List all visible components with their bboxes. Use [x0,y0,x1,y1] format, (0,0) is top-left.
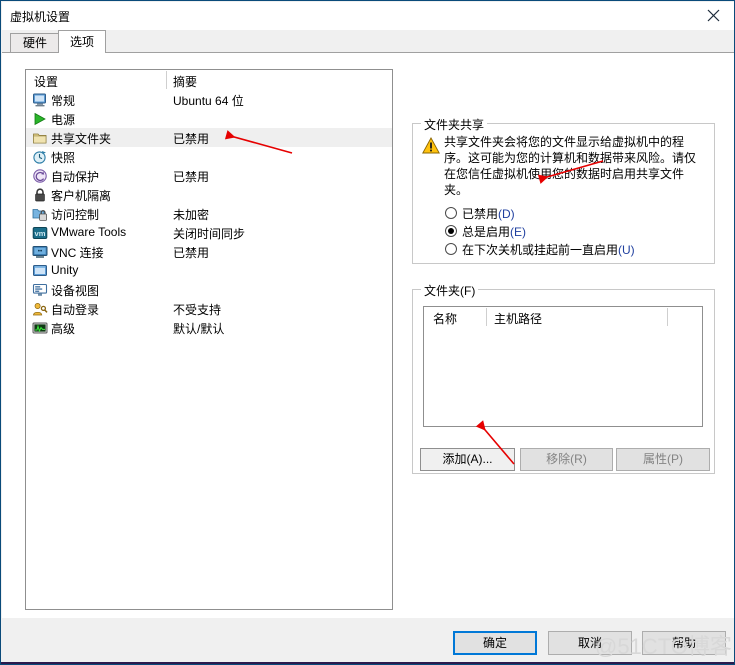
settings-row-label: VMware Tools [51,225,127,239]
settings-row[interactable]: 客户机隔离 [26,185,392,204]
folders-header-divider-2 [667,308,668,326]
settings-row[interactable]: vm VMware Tools 关闭时间同步 [26,223,392,242]
settings-row-label: 电源 [51,113,76,127]
settings-row-label: 客户机隔离 [51,189,112,203]
settings-row-label: 共享文件夹 [51,132,112,146]
circular-arrow-icon [32,168,48,184]
vm-badge-icon: vm [32,225,48,241]
vm-settings-dialog: 虚拟机设置 硬件 选项 设置 摘要 常规 Ubuntu 64 位电源 共享文件夹 已禁… [0,0,735,665]
add-folder-button[interactable]: 添加(A)... [420,448,515,471]
settings-row-summary: 已禁用 [173,170,210,184]
settings-row[interactable]: •• VNC 连接 已禁用 [26,242,392,261]
settings-row-label: 自动保护 [51,170,100,184]
folders-group: 文件夹(F) 名称 主机路径 [412,282,715,474]
settings-row-label: 设备视图 [51,284,100,298]
ok-button[interactable]: 确定 [453,631,537,655]
settings-row[interactable]: 共享文件夹 已禁用 [26,128,392,147]
settings-row[interactable]: 快照 [26,147,392,166]
radio-always-enabled-mark [445,225,457,237]
lock-icon [32,187,48,203]
tab-strip: 硬件 选项 [2,30,734,53]
folders-column-name: 名称 [433,312,458,326]
settings-row[interactable]: 电源 [26,109,392,128]
settings-rows: 常规 Ubuntu 64 位电源 共享文件夹 已禁用 快照 自动保护 已禁用 客户机隔离 访问控… [26,90,392,337]
dialog-footer: 确定 取消 帮助 [2,618,734,664]
settings-row[interactable]: 自动登录 不受支持 [26,299,392,318]
window-icon [32,263,48,279]
settings-row[interactable]: 自动保护 已禁用 [26,166,392,185]
column-header-setting: 设置 [34,75,59,89]
close-icon [707,9,719,22]
folders-header-divider-1 [486,308,487,326]
settings-row-summary: Ubuntu 64 位 [173,94,244,108]
folder-icon [32,130,48,146]
folders-column-host-path: 主机路径 [494,312,543,326]
radio-disabled-mark [445,207,457,219]
settings-row[interactable]: 设备视图 [26,280,392,299]
user-key-icon [32,301,48,317]
settings-row[interactable]: 高级 默认/默认 [26,318,392,337]
settings-row-label: 快照 [51,151,76,165]
vnc-monitor-icon: •• [32,244,48,260]
settings-row-label: 高级 [51,322,76,336]
folder-properties-button[interactable]: 属性(P) [616,448,710,471]
sharing-warning-text: 共享文件夹会将您的文件显示给虚拟机中的程序。这可能为您的计算机和数据带来风险。请… [444,135,697,197]
close-button[interactable] [691,2,734,29]
settings-row-label: 常规 [51,94,76,108]
settings-row-label: 访问控制 [51,208,100,222]
settings-row-summary: 关闭时间同步 [173,227,246,241]
device-view-icon [32,282,48,298]
help-button[interactable]: 帮助 [642,631,726,655]
graph-icon [32,320,48,336]
play-triangle-icon [32,111,48,127]
svg-text:••: •• [38,248,42,255]
folders-group-title: 文件夹(F) [421,282,479,299]
warning-triangle-icon [422,137,440,154]
radio-until-next-shutdown-label: 在下次关机或挂起前一直启用(U) [462,243,635,257]
folder-lock-icon [32,206,48,222]
settings-list[interactable]: 设置 摘要 常规 Ubuntu 64 位电源 共享文件夹 已禁用 快照 自动保护 已禁用 客户… [25,69,393,610]
title-bar: 虚拟机设置 [2,2,734,30]
settings-list-header: 设置 摘要 [26,70,392,90]
monitor-icon [32,92,48,108]
dialog-client-area: 设置 摘要 常规 Ubuntu 64 位电源 共享文件夹 已禁用 快照 自动保护 已禁用 客户… [2,52,734,618]
folder-sharing-group-title: 文件夹共享 [421,116,488,133]
settings-row-label: VNC 连接 [51,246,104,260]
cancel-button[interactable]: 取消 [548,631,632,655]
settings-row-label: 自动登录 [51,303,100,317]
settings-row-summary: 不受支持 [173,303,222,317]
settings-row-summary: 未加密 [173,208,210,222]
window-title: 虚拟机设置 [10,10,71,24]
tab-options[interactable]: 选项 [58,30,106,53]
radio-always-enabled-label: 总是启用(E) [462,225,527,239]
settings-row-summary: 默认/默认 [173,322,225,336]
settings-row[interactable]: Unity [26,261,392,280]
folders-table-header: 名称 主机路径 [424,307,702,328]
settings-row-summary: 已禁用 [173,132,210,146]
folder-sharing-group: 文件夹共享 共享文件夹会将您的文件显示给虚拟机中的程序。这可能为您的计算机和数据… [412,116,715,264]
tab-hardware[interactable]: 硬件 [10,33,60,52]
radio-until-next-shutdown-mark [445,243,457,255]
settings-row-label: Unity [51,263,79,277]
remove-folder-button[interactable]: 移除(R) [520,448,613,471]
radio-disabled-label: 已禁用(D) [462,207,515,221]
settings-row[interactable]: 常规 Ubuntu 64 位 [26,90,392,109]
settings-row[interactable]: 访问控制 未加密 [26,204,392,223]
svg-text:vm: vm [35,229,46,238]
header-divider [166,71,167,89]
snapshot-clock-icon [32,149,48,165]
column-header-summary: 摘要 [173,75,198,89]
settings-row-summary: 已禁用 [173,246,210,260]
folders-table[interactable]: 名称 主机路径 [423,306,703,427]
